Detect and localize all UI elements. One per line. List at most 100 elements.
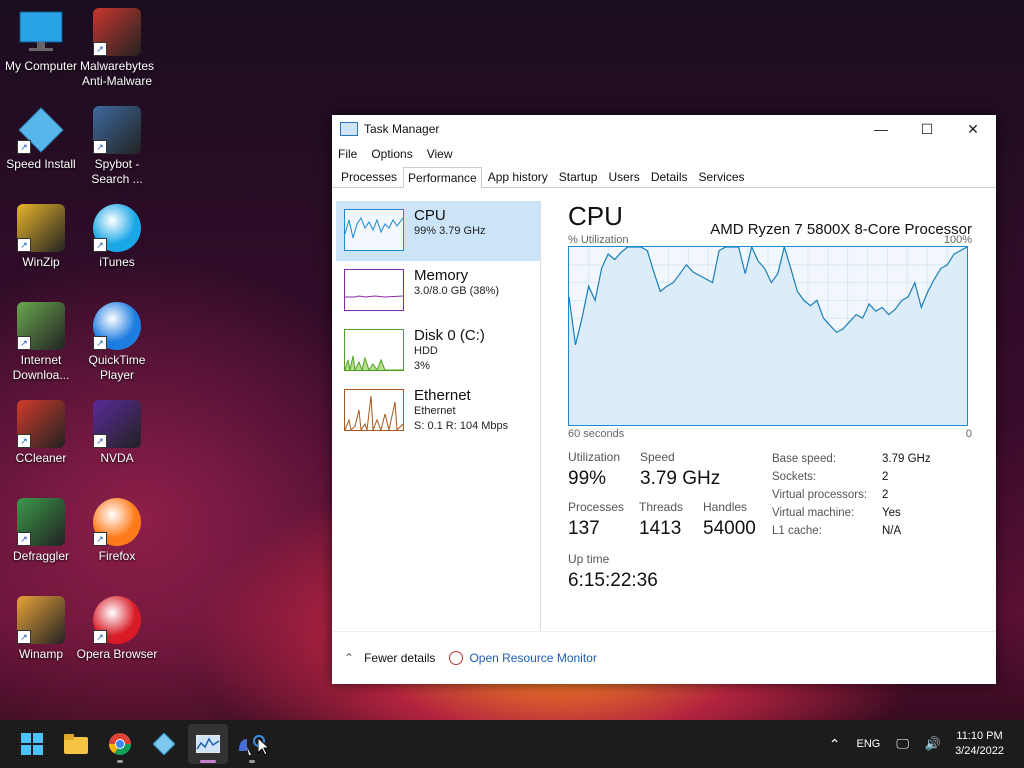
desktop-icon-label: NVDA (100, 451, 134, 465)
menu-view[interactable]: View (427, 147, 453, 161)
menu-file[interactable]: File (338, 147, 357, 161)
desktop-icon-winzip[interactable]: ↗ WinZip (0, 204, 82, 270)
speed-install-button[interactable] (144, 724, 184, 764)
desktop-icon-itunes[interactable]: ↗ iTunes (76, 204, 158, 270)
desktop-icon-defraggler[interactable]: ↗ Defraggler (0, 498, 82, 564)
graph-zero: 0 (965, 428, 972, 440)
spec-key: Virtual machine: (772, 507, 855, 519)
desktop-icon-winamp[interactable]: ↗ Winamp (0, 596, 82, 662)
fewer-details-button[interactable]: ⌃ Fewer details (344, 651, 435, 665)
firefox-icon: ↗ (93, 498, 141, 546)
title-bar[interactable]: Task Manager — ☐ ✕ (332, 115, 996, 143)
resource-memory[interactable]: Memory 3.0/8.0 GB (38%) (336, 261, 540, 321)
resource-ethernet[interactable]: Ethernet Ethernet S: 0.1 R: 104 Mbps (336, 381, 540, 441)
desktop-icon-opera[interactable]: ↗ Opera Browser (76, 596, 158, 662)
graph-label: % Utilization (568, 234, 629, 246)
tab-processes[interactable]: Processes (336, 166, 402, 187)
resource-detail: 3.0/8.0 GB (38%) (414, 285, 499, 297)
tab-performance[interactable]: Performance (403, 167, 482, 188)
cpu-graph-svg (568, 244, 968, 425)
tab-app-history[interactable]: App history (483, 166, 553, 187)
open-resource-monitor-link[interactable]: Open Resource Monitor (449, 651, 597, 665)
minimize-button[interactable]: — (858, 115, 904, 143)
desktop-icon-label: Malwarebytes Anti-Malware (79, 59, 155, 88)
desktop-icon-nvda[interactable]: ↗ NVDA (76, 400, 158, 466)
desktop-icon-label: QuickTime Player (88, 353, 146, 382)
desktop-icon-malwarebytes[interactable]: ↗ Malwarebytes Anti-Malware (76, 8, 158, 89)
cpu-stats: Utilization 99% Speed 3.79 GHz Processes… (568, 450, 972, 610)
stat-label: Up time (568, 552, 610, 566)
stat-value: 3.79 GHz (640, 468, 721, 489)
desktop-icon-diamond[interactable]: ↗ Speed Install (0, 106, 82, 172)
volume-icon[interactable]: 🔊 (925, 736, 941, 752)
task-manager-taskbar-button[interactable] (188, 724, 228, 764)
desktop-icon-spybot[interactable]: ↗ Spybot - Search ... (76, 106, 158, 187)
chrome-button[interactable] (100, 724, 140, 764)
spec-value: 2 (882, 471, 889, 483)
shortcut-arrow-icon: ↗ (93, 630, 107, 644)
network-icon[interactable]: 🖵 (896, 736, 909, 752)
malwarebytes-icon: ↗ (93, 8, 141, 56)
resource-usage: 3% (414, 360, 430, 372)
footer: ⌃ Fewer details Open Resource Monitor (332, 631, 996, 684)
tab-startup[interactable]: Startup (554, 166, 603, 187)
menu-options[interactable]: Options (371, 147, 412, 161)
desktop-icon-idm[interactable]: ↗ Internet Downloa... (0, 302, 82, 383)
desktop-icon-ccleaner[interactable]: ↗ CCleaner (0, 400, 82, 466)
resource-cpu[interactable]: CPU 99% 3.79 GHz (336, 201, 540, 261)
task-manager-icon (340, 122, 358, 136)
shortcut-arrow-icon: ↗ (17, 434, 31, 448)
tab-services[interactable]: Services (694, 166, 750, 187)
clock[interactable]: 11:10 PM 3/24/2022 (955, 729, 1004, 759)
shortcut-arrow-icon: ↗ (93, 140, 107, 154)
stat-label: Speed (640, 450, 675, 464)
resource-throughput: S: 0.1 R: 104 Mbps (414, 420, 509, 432)
winzip-icon: ↗ (17, 204, 65, 252)
fewer-details-label: Fewer details (364, 651, 436, 665)
resource-name: Memory (414, 267, 469, 284)
task-manager-icon (196, 735, 220, 753)
spec-key: Sockets: (772, 471, 817, 483)
start-button[interactable] (12, 724, 52, 764)
chrome-icon (109, 733, 131, 755)
desktop-icon-label: Speed Install (6, 157, 76, 171)
tab-strip: Processes Performance App history Startu… (332, 165, 996, 188)
shortcut-arrow-icon: ↗ (17, 532, 31, 546)
spec-key: Base speed: (772, 453, 836, 465)
desktop-icon-quicktime[interactable]: ↗ QuickTime Player (76, 302, 158, 383)
close-button[interactable]: ✕ (950, 115, 996, 143)
tab-users[interactable]: Users (603, 166, 644, 187)
shortcut-arrow-icon: ↗ (93, 434, 107, 448)
stat-handles: Handles 54000 (703, 500, 756, 540)
file-explorer-button[interactable] (56, 724, 96, 764)
chevron-up-icon[interactable]: ⌃ (829, 736, 841, 753)
windows-start-icon (21, 733, 43, 755)
shortcut-arrow-icon: ↗ (93, 238, 107, 252)
language-indicator[interactable]: ENG (856, 738, 880, 750)
resource-disk[interactable]: Disk 0 (C:) HDD 3% (336, 321, 540, 381)
desktop-icon-label: Defraggler (12, 549, 70, 563)
stat-speed: Speed 3.79 GHz (640, 450, 720, 490)
cpu-specs: Base speed: 3.79 GHz Sockets: 2 Virtual pr… (772, 450, 931, 540)
stat-value: 99% (568, 468, 607, 489)
spec-value: N/A (882, 525, 902, 537)
cpu-thumbnail-graph (344, 209, 404, 251)
desktop-icon-firefox[interactable]: ↗ Firefox (76, 498, 158, 564)
desktop-icon-label: Spybot - Search ... (91, 157, 143, 186)
stat-value: 54000 (703, 518, 756, 539)
maximize-button[interactable]: ☐ (904, 115, 950, 143)
desktop-icon-label: iTunes (99, 255, 135, 269)
stat-label: Utilization (568, 450, 621, 464)
spec-value: Yes (882, 507, 901, 519)
shortcut-arrow-icon: ↗ (17, 630, 31, 644)
shortcut-arrow-icon: ↗ (17, 238, 31, 252)
shortcut-arrow-icon: ↗ (93, 42, 107, 56)
quicktime-icon: ↗ (93, 302, 141, 350)
resource-detail: Ethernet (414, 405, 456, 417)
tab-details[interactable]: Details (646, 166, 693, 187)
system-tray: ⌃ ENG 🖵 🔊 11:10 PM 3/24/2022 (821, 729, 1024, 759)
resource-name: CPU (414, 207, 446, 224)
spec-key: L1 cache: (772, 525, 822, 537)
stat-value: 137 (568, 518, 600, 539)
desktop-icon-monitor[interactable]: My Computer (0, 8, 82, 74)
